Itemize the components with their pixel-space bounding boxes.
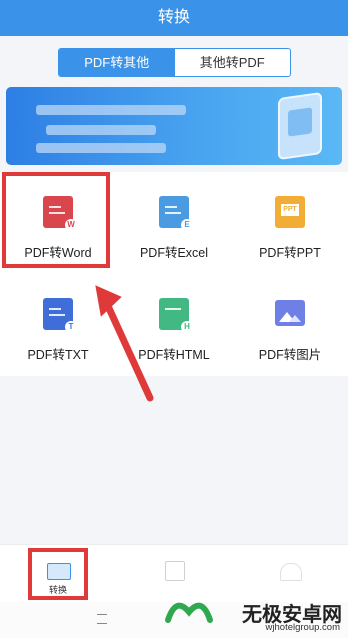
menu-icon[interactable] — [97, 614, 107, 624]
grid-icon — [165, 561, 185, 581]
watermark-url: wjhotelgroup.com — [265, 622, 340, 633]
people-icon — [280, 563, 302, 581]
tab-profile[interactable] — [232, 545, 348, 603]
highlight-box-convert-tab — [28, 548, 88, 600]
watermark-logo-icon — [165, 602, 213, 623]
arrow-annotation — [95, 285, 154, 402]
